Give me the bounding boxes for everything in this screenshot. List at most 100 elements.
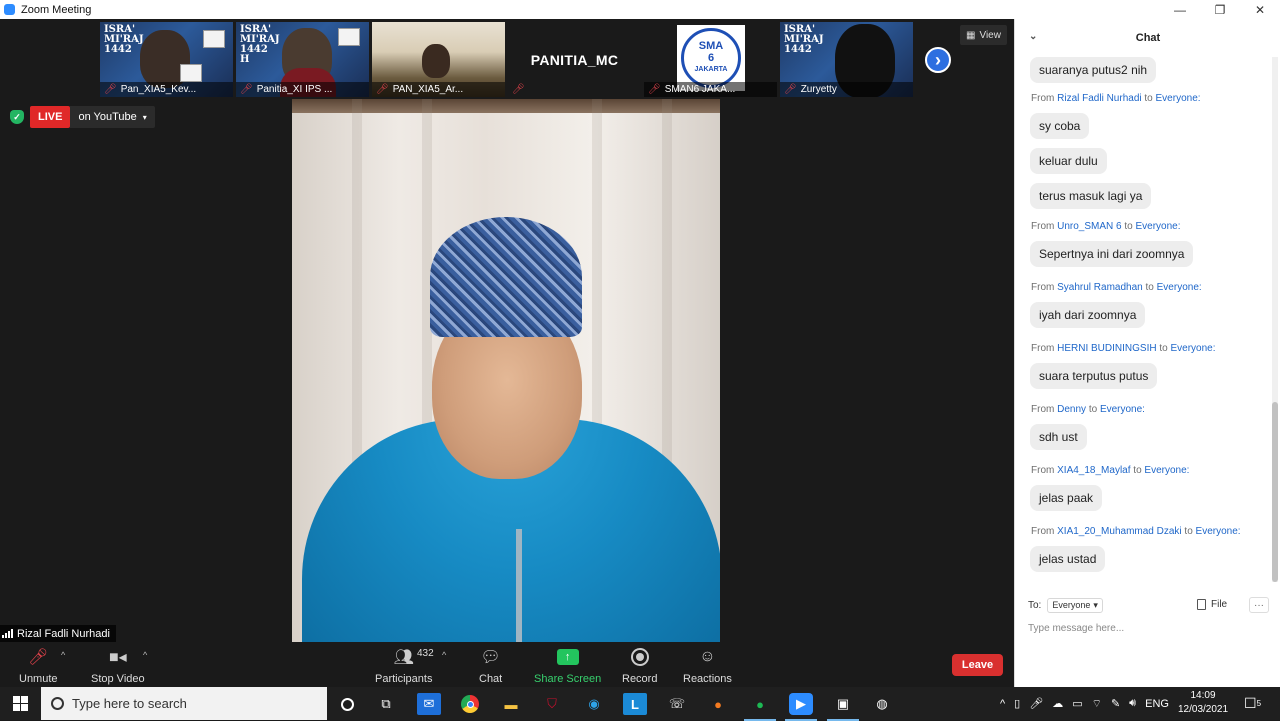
participant-thumbnail[interactable]: ISRA' MI'RAJ 1442 🎤︎ Zuryetty — [780, 22, 913, 97]
from-word: From — [1031, 282, 1055, 293]
microphone-icon[interactable]: 🎤︎ — [1029, 697, 1043, 710]
participant-thumbnail[interactable]: ISRA' MI'RAJ 1442 🎤︎ Pan_XIA5_Kev... — [100, 22, 233, 97]
chat-message-bubble[interactable]: keluar dulu — [1030, 148, 1107, 174]
chevron-down-icon[interactable]: ⌄ — [1029, 31, 1037, 42]
poster-photo — [338, 28, 360, 46]
sender-name[interactable]: Syahrul Ramadhan — [1057, 282, 1143, 293]
taskbar-search-box[interactable]: Type here to search — [41, 687, 327, 720]
participant-name-bar: 🎤︎ Panitia_XI IPS ... — [236, 82, 369, 97]
taskbar-clock[interactable]: 14:09 12/03/2021 — [1178, 689, 1228, 717]
poster-text: ISRA' MI'RAJ 1442 — [784, 24, 824, 55]
chat-label: Chat — [479, 673, 503, 685]
leave-button[interactable]: Leave — [952, 654, 1003, 676]
phone-icon[interactable]: ▯ — [1014, 697, 1020, 710]
chat-message-bubble[interactable]: sy coba — [1030, 113, 1090, 139]
live-badge[interactable]: LIVE — [30, 106, 71, 128]
window-title: Zoom Meeting — [21, 3, 92, 16]
stop-video-button[interactable]: ■◂ Stop Video — [91, 646, 145, 685]
grid-icon: ▦ — [966, 29, 976, 41]
to-word: to — [1144, 93, 1153, 104]
participant-thumbnail[interactable]: 🎤︎ PAN_XIA5_Ar... — [372, 22, 505, 97]
record-button[interactable]: Record — [622, 646, 657, 685]
mic-muted-icon: 🎤︎ — [240, 83, 253, 95]
maximize-button[interactable]: ❐ — [1200, 0, 1240, 19]
zoom-taskbar-icon[interactable]: ▶ — [785, 693, 817, 721]
browser-app-icon[interactable]: ● — [706, 693, 730, 715]
chat-message-bubble[interactable]: iyah dari zoomnya — [1030, 302, 1146, 328]
reactions-icon: ☺ — [699, 648, 716, 665]
search-placeholder: Type here to search — [72, 696, 187, 711]
chrome-icon[interactable] — [458, 693, 482, 715]
mcafee-icon[interactable]: ⛉ — [540, 693, 564, 715]
chat-message-bubble[interactable]: sdh ust — [1030, 424, 1087, 450]
minimize-button[interactable]: — — [1160, 0, 1200, 19]
view-button[interactable]: ▦ View — [960, 25, 1007, 45]
app-l-icon[interactable]: L — [623, 693, 647, 715]
cloud-icon[interactable]: ☁ — [1052, 697, 1063, 710]
sender-name[interactable]: HERNI BUDININGSIH — [1057, 343, 1156, 354]
sender-name[interactable]: Denny — [1057, 404, 1086, 415]
edge-icon[interactable]: ◉ — [582, 693, 606, 715]
participant-thumbnail[interactable]: ISRA' MI'RAJ 1442 H 🎤︎ Panitia_XI IPS ..… — [236, 22, 369, 97]
sender-name[interactable]: Unro_SMAN 6 — [1057, 221, 1121, 232]
shield-icon[interactable]: ✓ — [10, 110, 24, 124]
start-button[interactable] — [0, 687, 40, 720]
file-explorer-icon[interactable]: ▬ — [499, 693, 523, 715]
participant-thumbnail[interactable]: SMA 6 JAKARTA 🎤︎ SMAN6 JAKA... — [644, 22, 777, 97]
chat-message-bubble[interactable]: terus masuk lagi ya — [1030, 183, 1152, 209]
task-view-icon[interactable]: ⧉ — [374, 693, 398, 715]
chevron-up-icon[interactable]: ^ — [1000, 698, 1005, 710]
sender-name[interactable]: XIA1_20_Muhammad Dzaki — [1057, 526, 1182, 537]
window-controls: — ❐ ✕ — [1160, 0, 1280, 19]
messenger-icon[interactable]: ☏ — [665, 693, 689, 715]
sender-name[interactable]: XIA4_18_Maylaf — [1057, 465, 1130, 476]
recipient-select[interactable]: Everyone ▾ — [1047, 597, 1103, 613]
language-indicator[interactable]: ENG — [1145, 698, 1169, 710]
volume-icon[interactable]: 🔊︎ — [1129, 697, 1136, 710]
spotify-icon[interactable]: ● — [744, 693, 776, 721]
cortana-icon[interactable] — [335, 693, 359, 715]
from-word: From — [1031, 221, 1055, 232]
audio-options-caret-icon[interactable]: ^ — [61, 650, 65, 660]
chat-scrollbar[interactable] — [1272, 57, 1278, 582]
participant-thumbnail[interactable]: PANITIA_MC 🎤︎ — [508, 22, 641, 97]
pen-icon[interactable]: ✎ — [1111, 697, 1120, 710]
participant-strip: ISRA' MI'RAJ 1442 🎤︎ Pan_XIA5_Kev... ISR… — [0, 19, 1014, 99]
video-options-caret-icon[interactable]: ^ — [143, 650, 147, 660]
live-platform-dropdown[interactable]: on YouTube ▾ — [70, 106, 155, 128]
mail-icon[interactable]: ✉ — [417, 693, 441, 715]
participants-icon: 👥︎ — [393, 649, 414, 666]
sender-name[interactable]: Rizal Fadli Nurhadi — [1057, 93, 1141, 104]
app-icon[interactable]: ◍ — [870, 693, 894, 715]
chat-message-input[interactable] — [1028, 620, 1268, 636]
chat-message-bubble[interactable]: suara terputus putus — [1030, 363, 1158, 389]
chat-message-bubble[interactable]: jelas paak — [1030, 485, 1103, 511]
notifications-icon[interactable]: ☐ 5 — [1244, 687, 1261, 720]
participant-name-bar: 🎤︎ Zuryetty — [780, 82, 913, 97]
chat-message-bubble[interactable]: jelas ustad — [1030, 546, 1106, 572]
chat-sender-line: From HERNI BUDININGSIH to Everyone: — [1031, 343, 1216, 354]
chat-button[interactable]: 💬︎ Chat — [479, 646, 502, 685]
close-button[interactable]: ✕ — [1240, 0, 1280, 19]
share-screen-button[interactable]: ↑ Share Screen — [534, 646, 601, 685]
file-button[interactable]: File — [1197, 599, 1227, 610]
reactions-button[interactable]: ☺ Reactions — [683, 646, 732, 685]
recipient-name: Everyone: — [1195, 526, 1241, 537]
wifi-icon[interactable]: ⌔ — [1092, 697, 1102, 711]
unmute-button[interactable]: 🎤︎ Unmute — [19, 646, 58, 685]
to-word: to — [1133, 465, 1142, 476]
media-app-icon[interactable]: ▣ — [827, 693, 859, 721]
logo-text: 6 — [707, 52, 715, 64]
chat-sender-line: From Rizal Fadli Nurhadi to Everyone: — [1031, 93, 1201, 104]
chat-message-bubble[interactable]: Sepertnya ini dari zoomnya — [1030, 241, 1194, 267]
clock-date: 12/03/2021 — [1178, 704, 1229, 715]
chat-message-bubble[interactable]: suaranya putus2 nih — [1030, 57, 1157, 83]
live-status: ✓ LIVE on YouTube ▾ — [10, 106, 155, 128]
scrollbar-thumb[interactable] — [1272, 402, 1278, 582]
participants-options-caret-icon[interactable]: ^ — [442, 650, 446, 660]
chat-message-list[interactable]: suaranya putus2 nih From Rizal Fadli Nurh… — [1015, 57, 1273, 590]
more-options-button[interactable]: ··· — [1249, 597, 1269, 613]
battery-icon[interactable]: ▭ — [1072, 697, 1082, 710]
next-page-arrow-icon[interactable]: › — [925, 47, 951, 73]
jacket-zipper — [516, 529, 522, 642]
